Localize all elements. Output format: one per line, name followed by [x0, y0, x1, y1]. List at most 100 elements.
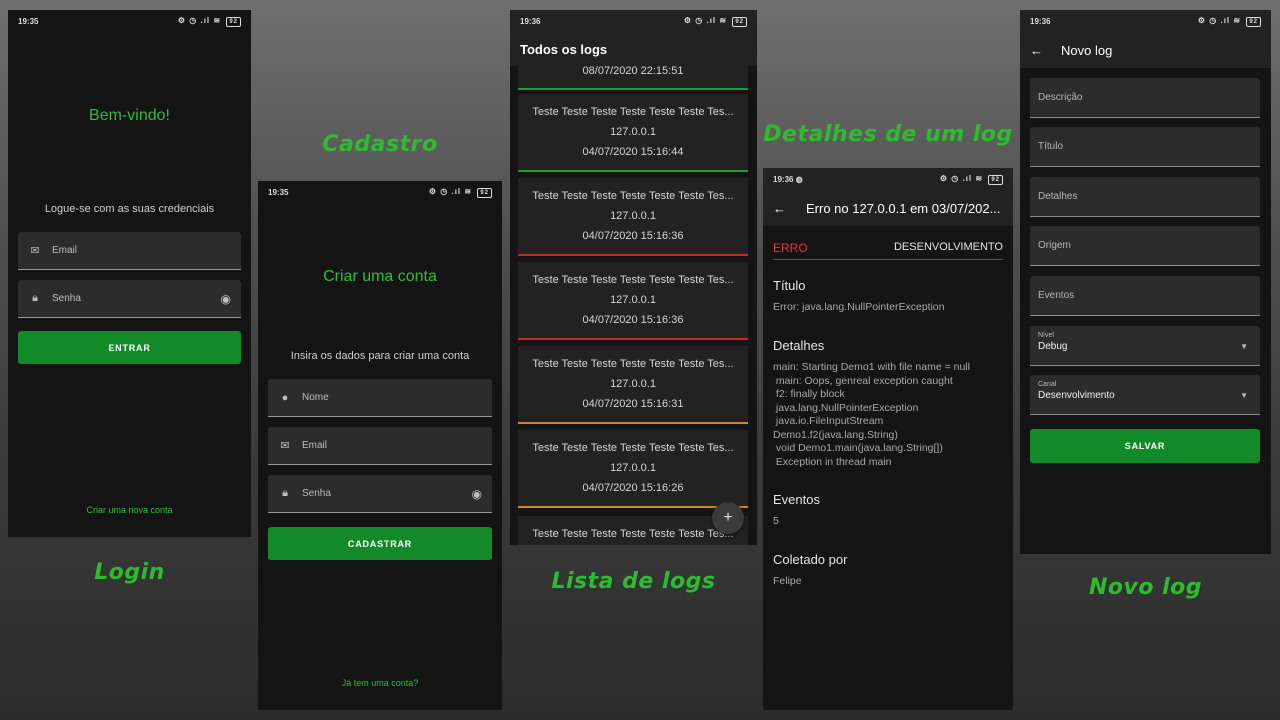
- level-indicator: [518, 254, 748, 256]
- password-field[interactable]: 🔒︎ Senha ◉: [18, 280, 241, 318]
- status-icons: ⚙ ◷ .ıl ≋ 92: [940, 174, 1003, 185]
- top-bar: 19:36 ⚙ ◷ .ıl ≋ 92 ← Novo log: [1020, 10, 1271, 68]
- descricao-field[interactable]: Descrição: [1030, 78, 1260, 118]
- app-bar: ← Novo log: [1020, 32, 1271, 68]
- nivel-value: Debug: [1038, 341, 1068, 352]
- back-arrow-icon[interactable]: ←: [773, 201, 786, 216]
- level-indicator: [518, 506, 748, 508]
- page-title: Erro no 127.0.0.1 em 03/07/202...: [806, 200, 1001, 216]
- log-text: Teste Teste Teste Teste Teste Teste Tes.…: [532, 274, 734, 286]
- eye-icon[interactable]: ◉: [221, 292, 231, 306]
- log-card[interactable]: Teste Teste Teste Teste Teste Teste Tes.…: [518, 94, 748, 172]
- log-date: 04/07/2020 15:16:44: [582, 146, 684, 158]
- top-bar: 19:36 ◍ ⚙ ◷ .ıl ≋ 92 ← Erro no 127.0.0.1…: [763, 168, 1013, 226]
- log-text: Teste Teste Teste Teste Teste Teste Tes.…: [532, 190, 734, 202]
- signup-title: Criar uma conta: [323, 268, 437, 285]
- status-time: 19:36: [1030, 16, 1051, 26]
- password-field[interactable]: 🔒︎ Senha ◉: [268, 475, 492, 513]
- titulo-field[interactable]: Título: [1030, 127, 1260, 167]
- eventos-label: Eventos: [773, 492, 820, 507]
- back-arrow-icon[interactable]: ←: [1030, 43, 1043, 58]
- log-ip: 127.0.0.1: [610, 126, 656, 138]
- lock-icon: 🔒︎: [282, 487, 288, 499]
- log-date: 08/07/2020 22:15:51: [582, 65, 684, 77]
- status-time: 19:36 ◍: [773, 174, 803, 184]
- status-time: 19:36: [520, 16, 541, 26]
- log-card[interactable]: Teste Teste Teste Teste Teste Teste Tes.…: [518, 178, 748, 256]
- log-list-screen: 19:36 ⚙ ◷ .ıl ≋ 92 Todos os logs 08/07/2…: [510, 10, 757, 545]
- level-indicator: [518, 88, 748, 90]
- log-card[interactable]: Teste Teste Teste Teste Teste Teste Tes.…: [518, 346, 748, 424]
- detalhes-field[interactable]: Detalhes: [1030, 177, 1260, 217]
- login-instruction: Logue-se com as suas credenciais: [44, 203, 215, 215]
- status-time: 19:35: [268, 187, 289, 197]
- eventos-field[interactable]: Eventos: [1030, 276, 1260, 316]
- name-field[interactable]: ● Nome: [268, 379, 492, 417]
- log-card-partial[interactable]: 08/07/2020 22:15:51: [518, 65, 748, 90]
- mail-icon: ✉: [280, 440, 290, 452]
- email-placeholder: Email: [302, 440, 328, 451]
- lock-icon: 🔒︎: [32, 292, 38, 304]
- nivel-label: Nível: [1038, 332, 1054, 339]
- status-icons: ⚙ ◷ .ıl ≋ 92: [684, 16, 747, 27]
- log-ip: 127.0.0.1: [610, 210, 656, 222]
- status-icons: ⚙ ◷ .ıl ≋ 92: [1198, 16, 1261, 27]
- have-account-link[interactable]: Já tem uma conta?: [258, 678, 502, 688]
- salvar-button[interactable]: SALVAR: [1030, 429, 1260, 463]
- level-indicator: [518, 338, 748, 340]
- app-bar: Todos os logs: [510, 32, 757, 66]
- log-date: 04/07/2020 15:16:26: [582, 482, 684, 494]
- log-ip: 127.0.0.1: [610, 462, 656, 474]
- status-icons: ⚙ ◷ .ıl ≋ 92: [178, 16, 241, 27]
- log-date: 04/07/2020 15:16:36: [582, 230, 684, 242]
- page-title: Novo log: [1061, 42, 1113, 58]
- canal-value: Desenvolvimento: [1038, 390, 1115, 401]
- status-bar: 19:35 ⚙ ◷ .ıl ≋ 92: [258, 181, 502, 203]
- canal-select[interactable]: Canal Desenvolvimento ▼: [1030, 375, 1260, 415]
- plus-icon: +: [723, 509, 733, 526]
- email-field[interactable]: ✉ Email: [18, 232, 241, 270]
- canal-label: Canal: [1038, 381, 1057, 388]
- nivel-select[interactable]: Nível Debug ▼: [1030, 326, 1260, 366]
- log-details-screen: 19:36 ◍ ⚙ ◷ .ıl ≋ 92 ← Erro no 127.0.0.1…: [763, 168, 1013, 710]
- cadastrar-button[interactable]: CADASTRAR: [268, 527, 492, 560]
- status-bar: 19:36 ◍ ⚙ ◷ .ıl ≋ 92: [763, 168, 1013, 190]
- level-indicator: [518, 422, 748, 424]
- email-placeholder: Email: [52, 245, 78, 256]
- entrar-button[interactable]: ENTRAR: [18, 331, 241, 364]
- add-log-fab[interactable]: +: [712, 502, 744, 534]
- channel-label: DESENVOLVIMENTO: [893, 241, 1003, 253]
- level-indicator: [518, 170, 748, 172]
- dropdown-arrow-icon: ▼: [1240, 391, 1248, 400]
- log-card[interactable]: Teste Teste Teste Teste Teste Teste Tes.…: [518, 430, 748, 508]
- log-text: Teste Teste Teste Teste Teste Teste Tes.…: [532, 442, 734, 454]
- status-bar: 19:36 ⚙ ◷ .ıl ≋ 92: [510, 10, 757, 32]
- log-text: Teste Teste Teste Teste Teste Teste Tes.…: [532, 358, 734, 370]
- log-card[interactable]: Teste Teste Teste Teste Teste Teste Tes.…: [518, 262, 748, 340]
- create-account-link[interactable]: Criar uma nova conta: [8, 505, 251, 515]
- log-date: 04/07/2020 15:16:36: [582, 314, 684, 326]
- caption-detalhes: Detalhes de um log: [763, 122, 1013, 147]
- welcome-title: Bem-vindo!: [89, 107, 170, 124]
- mail-icon: ✉: [30, 245, 40, 257]
- log-text: Teste Teste Teste Teste Teste Teste Tes.…: [532, 528, 734, 540]
- status-bar: 19:35 ⚙ ◷ .ıl ≋ 92: [8, 10, 251, 32]
- status-icons: ⚙ ◷ .ıl ≋ 92: [429, 187, 492, 198]
- status-time: 19:35: [18, 16, 39, 26]
- signup-instruction: Insira os dados para criar uma conta: [290, 350, 470, 362]
- account-circle-icon: ●: [281, 391, 289, 404]
- log-date: 04/07/2020 15:16:31: [582, 398, 684, 410]
- log-text: Teste Teste Teste Teste Teste Teste Tes.…: [532, 106, 734, 118]
- top-bar: 19:36 ⚙ ◷ .ıl ≋ 92 Todos os logs: [510, 10, 757, 66]
- email-field[interactable]: ✉ Email: [268, 427, 492, 465]
- origem-field[interactable]: Origem: [1030, 226, 1260, 266]
- page-title: Todos os logs: [520, 41, 608, 57]
- caption-novo: Novo log: [1088, 575, 1203, 600]
- titulo-label: Título: [773, 278, 806, 293]
- password-placeholder: Senha: [52, 293, 81, 304]
- eventos-value: 5: [773, 515, 779, 527]
- eye-icon[interactable]: ◉: [472, 487, 482, 501]
- level-label: ERRO: [773, 241, 808, 255]
- name-placeholder: Nome: [302, 392, 329, 403]
- signup-screen: 19:35 ⚙ ◷ .ıl ≋ 92 Criar uma conta Insir…: [258, 181, 502, 710]
